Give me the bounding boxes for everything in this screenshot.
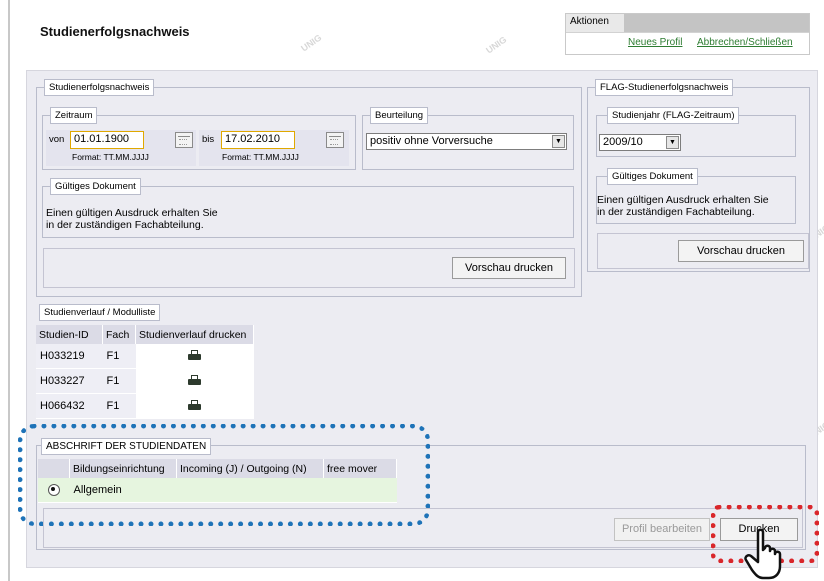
preview-print-button[interactable]: Vorschau drucken <box>452 257 566 279</box>
studien-id-cell: H033219 <box>36 344 103 369</box>
print-cell <box>135 344 254 369</box>
studien-id-cell: H033227 <box>36 368 103 394</box>
studienjahr-select[interactable]: 2009/10 ▼ <box>599 134 681 151</box>
von-label: von <box>49 134 65 145</box>
fach-cell: F1 <box>102 368 136 394</box>
flag-gueltiges-dokument-legend: Gültiges Dokument <box>607 168 698 185</box>
gueltiges-dokument-line1: Einen gültigen Ausdruck erhalten Sie <box>46 207 218 219</box>
actions-header: Aktionen <box>566 14 809 33</box>
edit-profile-button[interactable]: Profil bearbeiten <box>614 518 710 541</box>
section-legend: Studienerfolgsnachweis <box>44 79 155 96</box>
printer-icon[interactable] <box>188 399 201 410</box>
left-border-line <box>8 0 10 581</box>
flag-gueltiges-dokument-text: Einen gültigen Ausdruck erhalten Sie in … <box>597 194 769 218</box>
studien-id-cell: H066432 <box>36 393 103 419</box>
printer-icon[interactable] <box>188 349 201 360</box>
column-header: Fach <box>102 325 136 344</box>
actions-label: Aktionen <box>570 16 609 27</box>
actions-panel: Aktionen Neues Profil Abbrechen/Schließe… <box>565 13 810 55</box>
flag-dokument-line2: in der zuständigen Fachabteilung. <box>597 206 755 218</box>
gueltiges-dokument-text: Einen gültigen Ausdruck erhalten Sie in … <box>46 207 218 231</box>
studienverlauf-table: Studien-ID Fach Studienverlauf drucken H… <box>36 325 254 419</box>
table-row: H066432 F1 <box>36 393 254 419</box>
gueltiges-dokument-line2: in der zuständigen Fachabteilung. <box>46 219 204 231</box>
bis-label: bis <box>202 134 215 145</box>
watermark: UNIG <box>484 34 509 56</box>
zeitraum-legend: Zeitraum <box>50 107 98 124</box>
watermark: UNIG <box>299 32 324 54</box>
hand-cursor-icon <box>744 528 782 580</box>
page-title: Studienerfolgsnachweis <box>40 24 190 39</box>
beurteilung-selected: positiv ohne Vorversuche <box>370 135 493 147</box>
new-profile-link[interactable]: Neues Profil <box>628 37 682 48</box>
flag-dokument-line1: Einen gültigen Ausdruck erhalten Sie <box>597 194 769 206</box>
print-cell <box>135 368 254 394</box>
studienjahr-selected: 2009/10 <box>603 136 643 148</box>
printer-icon[interactable] <box>188 374 201 385</box>
flag-preview-print-button[interactable]: Vorschau drucken <box>678 240 804 262</box>
studienjahr-legend: Studienjahr (FLAG-Zeitraum) <box>607 107 740 124</box>
calendar-icon[interactable] <box>326 132 344 148</box>
studienverlauf-legend: Studienverlauf / Modulliste <box>39 304 161 321</box>
cancel-close-link[interactable]: Abbrechen/Schließen <box>697 37 793 48</box>
table-row: H033219 F1 <box>36 344 254 369</box>
beurteilung-select[interactable]: positiv ohne Vorversuche ▼ <box>366 133 567 150</box>
flag-legend: FLAG-Studienerfolgsnachweis <box>595 79 734 96</box>
fach-cell: F1 <box>102 393 136 419</box>
table-row: H033227 F1 <box>36 368 254 394</box>
column-header: Studien-ID <box>36 325 103 344</box>
gueltiges-dokument-legend: Gültiges Dokument <box>50 178 141 195</box>
dropdown-arrow-icon: ▼ <box>552 135 565 148</box>
fach-cell: F1 <box>102 344 136 369</box>
dropdown-arrow-icon: ▼ <box>666 136 679 149</box>
print-cell <box>135 393 254 419</box>
actions-header-bar <box>624 14 809 32</box>
beurteilung-legend: Beurteilung <box>370 107 429 124</box>
bis-format-hint: Format: TT.MM.JJJJ <box>222 152 299 162</box>
bis-date-input[interactable]: 17.02.2010 <box>221 131 295 149</box>
von-date-input[interactable]: 01.01.1900 <box>70 131 144 149</box>
calendar-icon[interactable] <box>175 132 193 148</box>
column-header: Studienverlauf drucken <box>135 325 254 344</box>
table-header-row: Studien-ID Fach Studienverlauf drucken <box>36 325 254 344</box>
von-format-hint: Format: TT.MM.JJJJ <box>72 152 149 162</box>
